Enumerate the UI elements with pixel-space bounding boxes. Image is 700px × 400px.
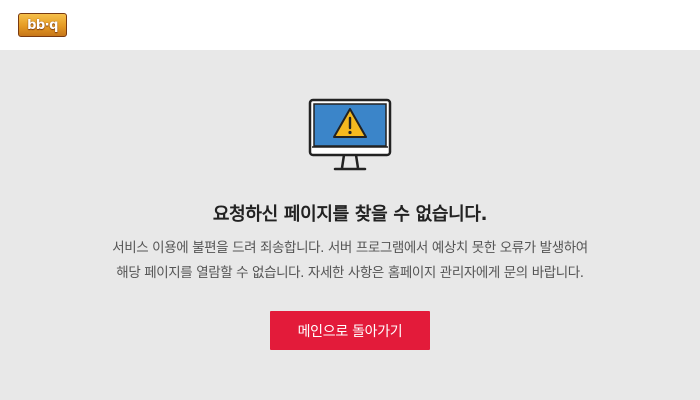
monitor-warning-icon bbox=[308, 98, 392, 171]
logo-text: bb·q bbox=[27, 17, 58, 33]
header: bb·q bbox=[0, 0, 700, 50]
bbq-logo[interactable]: bb·q bbox=[18, 13, 67, 37]
error-description: 서비스 이용에 불편을 드려 죄송합니다. 서버 프로그램에서 예상치 못한 오… bbox=[0, 236, 700, 286]
back-to-main-button[interactable]: 메인으로 돌아가기 bbox=[270, 311, 430, 350]
error-title: 요청하신 페이지를 찾을 수 없습니다. bbox=[212, 204, 488, 225]
description-line: 해당 페이지를 열람할 수 없습니다. 자세한 사항은 홈페이지 관리자에게 문… bbox=[116, 265, 584, 281]
description-line: 서비스 이용에 불편을 드려 죄송합니다. 서버 프로그램에서 예상치 못한 오… bbox=[112, 240, 588, 256]
